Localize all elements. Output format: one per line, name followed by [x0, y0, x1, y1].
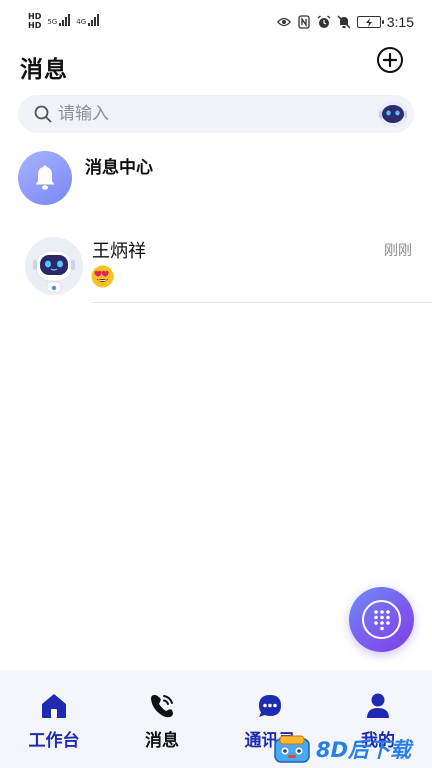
search-icon — [34, 105, 52, 123]
bell-icon — [35, 165, 55, 190]
nav-item-workbench[interactable]: 工作台 — [9, 692, 99, 751]
message-time: 刚刚 — [384, 243, 412, 259]
notification-avatar — [18, 151, 72, 205]
heart-eyes-emoji-icon — [91, 265, 114, 288]
nav-label: 工作台 — [28, 731, 80, 751]
hd-badge-2: HD — [28, 21, 42, 30]
page-title: 消息 — [20, 57, 68, 83]
clock: 3:15 — [386, 14, 414, 30]
status-bar: HD HD 5G 4G 3:15 — [0, 0, 432, 46]
battery-charging-icon — [356, 16, 384, 28]
dialpad-ring — [362, 600, 401, 639]
avatar — [25, 237, 83, 295]
add-button[interactable] — [377, 47, 403, 73]
nav-item-messages[interactable]: 消息 — [117, 692, 207, 751]
mute-icon — [337, 15, 351, 29]
hd-badges: HD HD — [28, 12, 41, 30]
phone-call-icon — [151, 695, 173, 718]
signal-4g: 4G — [76, 12, 100, 26]
signal-bars-icon — [88, 12, 100, 26]
nfc-icon — [297, 15, 311, 29]
dialpad-icon — [373, 609, 390, 630]
home-icon — [42, 694, 66, 718]
search-input[interactable] — [58, 99, 358, 129]
dialpad-button[interactable] — [349, 587, 414, 652]
user-icon — [367, 693, 389, 718]
eye-icon — [276, 15, 291, 29]
watermark: 8D后下载 — [272, 732, 432, 766]
conversation-item[interactable]: 王炳祥 刚刚 — [0, 232, 432, 304]
divider — [91, 302, 432, 303]
nav-label: 消息 — [145, 731, 179, 751]
hd-badge-1: HD — [28, 12, 42, 21]
contact-name: 王炳祥 — [92, 241, 146, 262]
chat-bubble-icon — [259, 695, 281, 717]
alarm-icon — [317, 15, 331, 29]
notification-center-title: 消息中心 — [85, 158, 153, 178]
notification-center-item[interactable]: 消息中心 — [0, 148, 432, 214]
status-right: 3:15 — [276, 14, 414, 30]
robot-icon[interactable] — [376, 98, 410, 130]
signal-bars-icon — [59, 12, 71, 26]
network-5g-label: 5G — [47, 18, 58, 26]
watermark-logo-icon — [274, 735, 310, 763]
watermark-text: 8D后下载 — [316, 738, 412, 762]
search-bar[interactable] — [18, 95, 414, 133]
plus-circle-icon — [383, 53, 397, 67]
signal-5g: 5G — [47, 12, 71, 26]
robot-avatar-icon — [25, 237, 83, 295]
status-left: HD HD 5G 4G — [28, 12, 100, 30]
network-4g-label: 4G — [76, 18, 87, 26]
